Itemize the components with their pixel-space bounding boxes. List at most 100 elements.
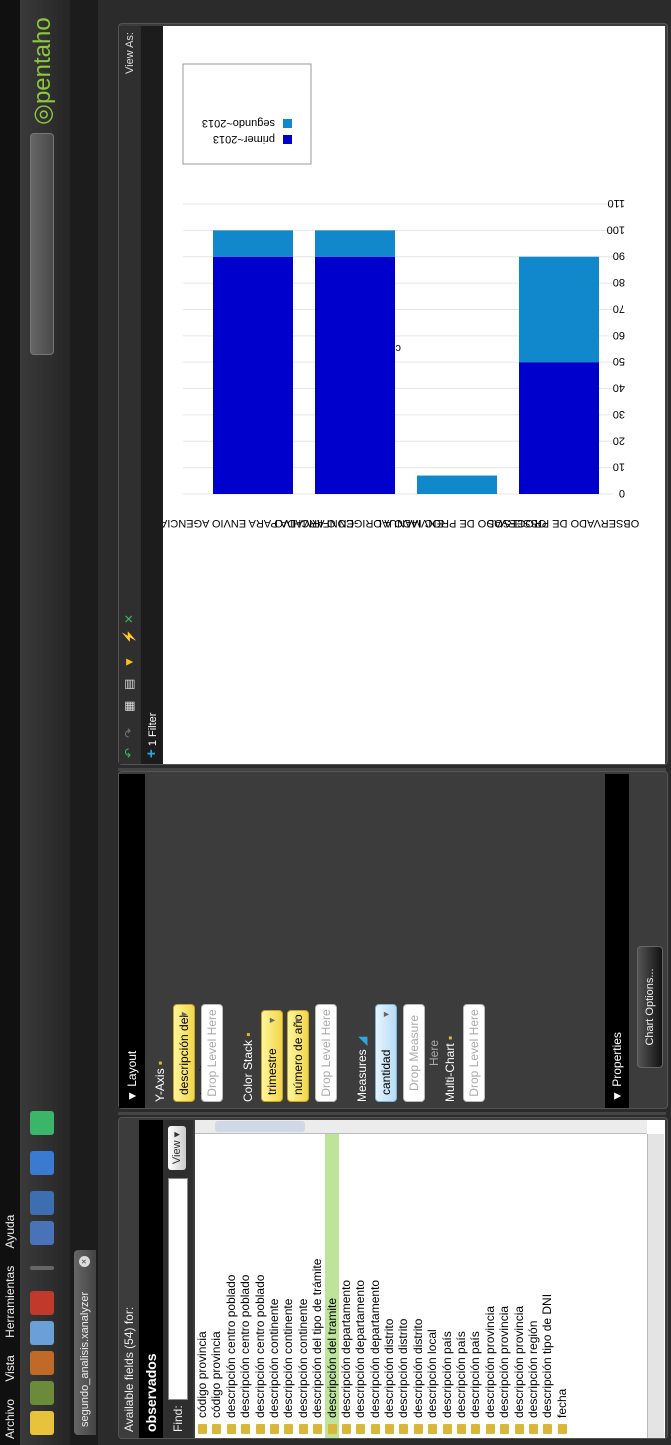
yaxis-label: Y-Axis ▪ <box>153 1060 167 1102</box>
field-item[interactable]: descripción departamento <box>339 1120 353 1438</box>
layout-toggle-icon[interactable]: ▦ <box>122 701 136 712</box>
fields-toggle-icon[interactable]: ▤ <box>122 679 136 690</box>
field-item[interactable]: descripción centro poblado <box>253 1120 267 1438</box>
legend-swatch <box>283 135 292 144</box>
field-label: código provincia <box>209 1331 224 1418</box>
layout-header[interactable]: ▼ Layout <box>119 774 145 1108</box>
field-item[interactable]: descripción continente <box>267 1120 281 1438</box>
colorstack-item-trimestre[interactable]: trimestre ▼ <box>261 1010 283 1102</box>
field-item[interactable]: descripción distrito <box>396 1120 410 1438</box>
field-label: descripción del tipo de trámite <box>310 1258 325 1418</box>
field-label: descripción centro poblado <box>252 1274 267 1418</box>
field-item[interactable]: fecha <box>555 1120 569 1438</box>
properties-header[interactable]: ▼ Properties <box>605 774 629 1108</box>
open-folder-icon[interactable] <box>30 1411 54 1435</box>
field-item[interactable]: descripción país <box>440 1120 454 1438</box>
scroll-thumb[interactable] <box>215 1121 305 1132</box>
auto-refresh-icon[interactable]: ⚡ <box>122 629 136 644</box>
filter-icon[interactable]: ▼ <box>122 656 136 668</box>
tab-strip <box>70 0 98 1445</box>
add-filter-icon[interactable]: + <box>143 749 160 758</box>
search-field[interactable] <box>30 133 54 355</box>
measures-label: Measures ◢ <box>355 1036 369 1102</box>
splitter[interactable] <box>118 1112 666 1115</box>
pdf-report-icon[interactable] <box>30 1291 54 1315</box>
field-item[interactable]: descripción país <box>468 1120 482 1438</box>
field-label: descripción departamento <box>367 1279 382 1418</box>
refresh-icon[interactable] <box>30 1111 54 1135</box>
save-as-icon[interactable] <box>30 1191 54 1215</box>
menu-archivo[interactable]: Archivo <box>3 1399 17 1439</box>
vertical-scrollbar[interactable] <box>195 1120 647 1134</box>
measure-drop-zone[interactable]: Drop Measure Here <box>403 1004 441 1102</box>
multichart-drop-zone[interactable]: Drop Level Here <box>463 1004 485 1102</box>
yaxis-item[interactable]: descripción del tramite▼ <box>173 1004 211 1102</box>
menu-bar: Archivo Vista Herramientas Ayuda <box>0 0 20 1445</box>
field-label: descripción tipo de DNI <box>540 1293 555 1418</box>
field-item[interactable]: descripción departamento <box>368 1120 382 1438</box>
menu-vista[interactable]: Vista <box>3 1355 17 1381</box>
field-item[interactable]: descripción local <box>425 1120 439 1438</box>
close-icon[interactable]: × <box>79 1256 90 1267</box>
level-icon <box>198 1424 207 1434</box>
share-icon[interactable] <box>30 1151 54 1175</box>
level-icon: ▪ <box>153 1060 167 1066</box>
field-label: descripción continente <box>281 1298 296 1418</box>
colorstack-item-anio[interactable]: número de año ▼ <box>287 1010 309 1102</box>
yaxis-drop-zone[interactable]: Drop Level Here <box>201 1004 223 1102</box>
bar-1-2 <box>417 475 497 494</box>
field-item[interactable]: descripción continente <box>296 1120 310 1438</box>
level-icon <box>226 1424 236 1434</box>
chart-options-button[interactable]: Chart Options... <box>637 946 663 1068</box>
field-item[interactable]: código provincia <box>195 1120 209 1438</box>
save-icon[interactable] <box>30 1221 54 1245</box>
field-item[interactable]: descripción región <box>526 1120 540 1438</box>
clear-icon[interactable]: ✕ <box>122 614 136 624</box>
field-item[interactable]: descripción país <box>454 1120 468 1438</box>
tab-analysis[interactable]: segundo_analisis.xanalyzer × <box>74 1250 96 1435</box>
bar-1-3 <box>519 256 599 363</box>
field-item[interactable]: código provincia <box>209 1120 223 1438</box>
bar-chart: 0102030405060708090100110cantidaddescrip… <box>163 63 639 529</box>
field-item[interactable]: descripción centro poblado <box>224 1120 238 1438</box>
multichart-label: Multi-Chart ▪ <box>443 1035 457 1102</box>
layout-body: Y-Axis ▪ descripción del tramite▼ Drop L… <box>145 774 605 1108</box>
field-label: código provincia <box>195 1331 209 1418</box>
find-input[interactable] <box>168 1178 188 1400</box>
field-item[interactable]: descripción departamento <box>353 1120 367 1438</box>
menu-ayuda[interactable]: Ayuda <box>3 1215 17 1249</box>
level-icon <box>399 1424 409 1434</box>
field-label: descripción local <box>425 1329 440 1418</box>
horizontal-scrollbar[interactable] <box>647 1134 664 1438</box>
find-row: Find: View ▾ <box>163 1120 193 1438</box>
filter-bar[interactable]: + 1 Filter <box>141 26 163 764</box>
level-icon <box>241 1424 251 1434</box>
legend-swatch <box>283 119 292 128</box>
field-item[interactable]: descripción del tipo de trámite <box>310 1120 324 1438</box>
redo-icon[interactable]: ↷ <box>122 728 136 738</box>
menu-herramientas[interactable]: Herramientas <box>3 1266 17 1338</box>
level-icon <box>514 1424 524 1434</box>
analysis-icon[interactable] <box>30 1351 54 1375</box>
bar-1-0 <box>213 230 293 257</box>
field-item[interactable]: descripción continente <box>281 1120 295 1438</box>
undo-icon[interactable]: ↶ <box>122 748 136 758</box>
field-item[interactable]: descripción provincia <box>497 1120 511 1438</box>
field-item[interactable]: descripción provincia <box>483 1120 497 1438</box>
new-report-icon[interactable] <box>30 1381 54 1405</box>
splitter[interactable] <box>118 768 666 771</box>
view-button[interactable]: View ▾ <box>168 1126 186 1170</box>
measure-item[interactable]: cantidad ▼ <box>375 1004 397 1102</box>
field-item[interactable]: descripción distrito <box>411 1120 425 1438</box>
field-item[interactable]: descripción tipo de DNI <box>540 1120 554 1438</box>
colorstack-drop-zone[interactable]: Drop Level Here <box>315 1004 337 1102</box>
colorstack-label: Color Stack ▪ <box>241 1032 255 1102</box>
cube-name: observados <box>139 1120 163 1438</box>
x-tick-label: 100 <box>607 223 625 235</box>
field-item[interactable]: descripción distrito <box>382 1120 396 1438</box>
field-item[interactable]: descripción centro poblado <box>238 1120 252 1438</box>
field-item[interactable]: descripción del tramite <box>324 1120 339 1438</box>
dashboard-icon[interactable] <box>30 1321 54 1345</box>
field-label: descripción provincia <box>497 1305 512 1418</box>
field-item[interactable]: descripción provincia <box>512 1120 526 1438</box>
